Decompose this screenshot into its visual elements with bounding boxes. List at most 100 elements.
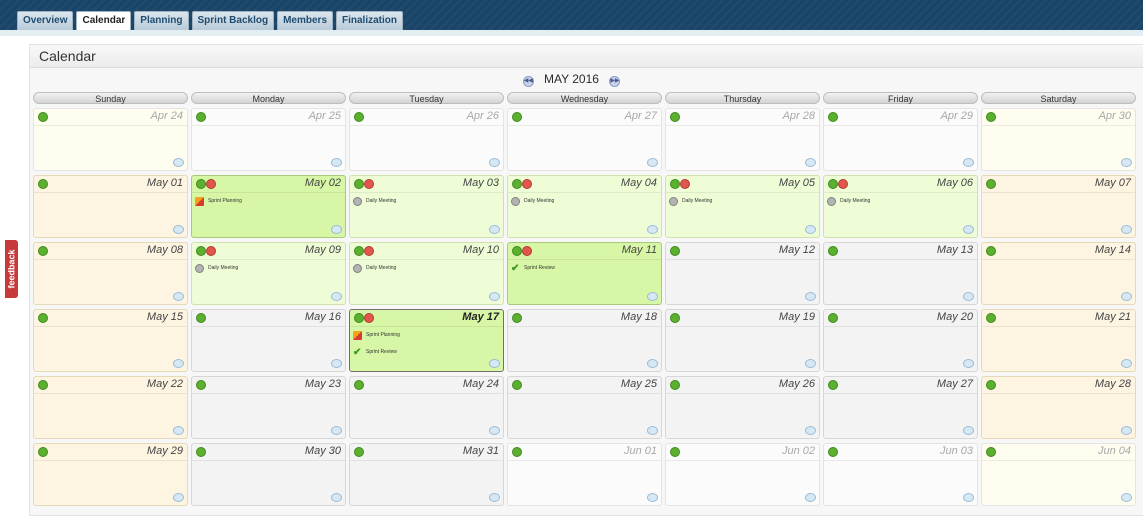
- calendar-event[interactable]: Sprint Planning: [353, 329, 500, 341]
- day-cell[interactable]: May 23: [191, 376, 346, 439]
- comment-icon[interactable]: [1121, 158, 1132, 167]
- comment-icon[interactable]: [963, 426, 974, 435]
- day-cell[interactable]: May 26: [665, 376, 820, 439]
- comment-icon[interactable]: [647, 225, 658, 234]
- add-event-icon[interactable]: [512, 246, 522, 256]
- comment-icon[interactable]: [173, 225, 184, 234]
- comment-icon[interactable]: [173, 426, 184, 435]
- calendar-event[interactable]: Daily Meeting: [669, 195, 816, 207]
- day-cell[interactable]: Apr 28: [665, 108, 820, 171]
- add-event-icon[interactable]: [38, 380, 48, 390]
- comment-icon[interactable]: [647, 292, 658, 301]
- day-cell[interactable]: May 16: [191, 309, 346, 372]
- day-cell[interactable]: May 15: [33, 309, 188, 372]
- comment-icon[interactable]: [805, 493, 816, 502]
- comment-icon[interactable]: [489, 225, 500, 234]
- feedback-tab[interactable]: feedback: [5, 240, 18, 298]
- add-event-icon[interactable]: [196, 447, 206, 457]
- add-event-icon[interactable]: [512, 179, 522, 189]
- add-event-icon[interactable]: [512, 313, 522, 323]
- day-cell[interactable]: May 31: [349, 443, 504, 506]
- add-event-icon[interactable]: [196, 112, 206, 122]
- add-event-icon[interactable]: [354, 246, 364, 256]
- comment-icon[interactable]: [1121, 359, 1132, 368]
- comment-icon[interactable]: [173, 158, 184, 167]
- day-cell[interactable]: Jun 02: [665, 443, 820, 506]
- comment-icon[interactable]: [173, 359, 184, 368]
- day-cell[interactable]: May 20: [823, 309, 978, 372]
- calendar-event[interactable]: Daily Meeting: [195, 262, 342, 274]
- day-cell[interactable]: Apr 24: [33, 108, 188, 171]
- add-event-icon[interactable]: [196, 179, 206, 189]
- day-cell[interactable]: May 25: [507, 376, 662, 439]
- comment-icon[interactable]: [805, 292, 816, 301]
- comment-icon[interactable]: [963, 158, 974, 167]
- day-cell[interactable]: Apr 29: [823, 108, 978, 171]
- day-cell[interactable]: May 06 Daily Meeting: [823, 175, 978, 238]
- add-event-icon[interactable]: [196, 313, 206, 323]
- comment-icon[interactable]: [1121, 225, 1132, 234]
- day-cell[interactable]: May 04 Daily Meeting: [507, 175, 662, 238]
- tab-members[interactable]: Members: [277, 11, 333, 30]
- add-event-icon[interactable]: [828, 313, 838, 323]
- day-cell[interactable]: May 22: [33, 376, 188, 439]
- add-event-icon[interactable]: [670, 313, 680, 323]
- comment-icon[interactable]: [489, 426, 500, 435]
- tab-finalization[interactable]: Finalization: [336, 11, 403, 30]
- day-cell[interactable]: May 10 Daily Meeting: [349, 242, 504, 305]
- comment-icon[interactable]: [331, 158, 342, 167]
- day-cell[interactable]: Apr 27: [507, 108, 662, 171]
- day-cell[interactable]: May 19: [665, 309, 820, 372]
- add-event-icon[interactable]: [828, 179, 838, 189]
- calendar-event[interactable]: Daily Meeting: [511, 195, 658, 207]
- add-event-icon[interactable]: [196, 246, 206, 256]
- comment-icon[interactable]: [1121, 292, 1132, 301]
- day-cell[interactable]: May 28: [981, 376, 1136, 439]
- comment-icon[interactable]: [963, 292, 974, 301]
- add-event-icon[interactable]: [828, 112, 838, 122]
- add-event-icon[interactable]: [986, 179, 996, 189]
- day-cell[interactable]: May 03 Daily Meeting: [349, 175, 504, 238]
- remove-event-icon[interactable]: [522, 246, 532, 256]
- add-event-icon[interactable]: [512, 112, 522, 122]
- remove-event-icon[interactable]: [206, 179, 216, 189]
- comment-icon[interactable]: [489, 292, 500, 301]
- day-cell[interactable]: May 27: [823, 376, 978, 439]
- remove-event-icon[interactable]: [206, 246, 216, 256]
- comment-icon[interactable]: [331, 359, 342, 368]
- add-event-icon[interactable]: [828, 447, 838, 457]
- comment-icon[interactable]: [331, 225, 342, 234]
- add-event-icon[interactable]: [354, 380, 364, 390]
- add-event-icon[interactable]: [38, 447, 48, 457]
- day-cell[interactable]: Jun 04: [981, 443, 1136, 506]
- calendar-event[interactable]: ✔ Sprint Review: [511, 262, 658, 274]
- add-event-icon[interactable]: [828, 380, 838, 390]
- next-month-icon[interactable]: ▶▶: [609, 76, 621, 87]
- add-event-icon[interactable]: [354, 112, 364, 122]
- add-event-icon[interactable]: [38, 112, 48, 122]
- day-cell[interactable]: May 30: [191, 443, 346, 506]
- calendar-event[interactable]: Sprint Planning: [195, 195, 342, 207]
- previous-month-icon[interactable]: ◀◀: [522, 76, 534, 87]
- remove-event-icon[interactable]: [838, 179, 848, 189]
- add-event-icon[interactable]: [38, 179, 48, 189]
- add-event-icon[interactable]: [354, 179, 364, 189]
- day-cell[interactable]: May 13: [823, 242, 978, 305]
- comment-icon[interactable]: [805, 225, 816, 234]
- comment-icon[interactable]: [805, 158, 816, 167]
- add-event-icon[interactable]: [38, 246, 48, 256]
- day-cell[interactable]: May 09 Daily Meeting: [191, 242, 346, 305]
- comment-icon[interactable]: [331, 292, 342, 301]
- comment-icon[interactable]: [805, 426, 816, 435]
- comment-icon[interactable]: [647, 426, 658, 435]
- add-event-icon[interactable]: [196, 380, 206, 390]
- add-event-icon[interactable]: [670, 447, 680, 457]
- tab-planning[interactable]: Planning: [134, 11, 189, 30]
- calendar-event[interactable]: Daily Meeting: [353, 195, 500, 207]
- comment-icon[interactable]: [331, 426, 342, 435]
- add-event-icon[interactable]: [670, 380, 680, 390]
- add-event-icon[interactable]: [670, 112, 680, 122]
- add-event-icon[interactable]: [670, 246, 680, 256]
- comment-icon[interactable]: [173, 292, 184, 301]
- comment-icon[interactable]: [331, 493, 342, 502]
